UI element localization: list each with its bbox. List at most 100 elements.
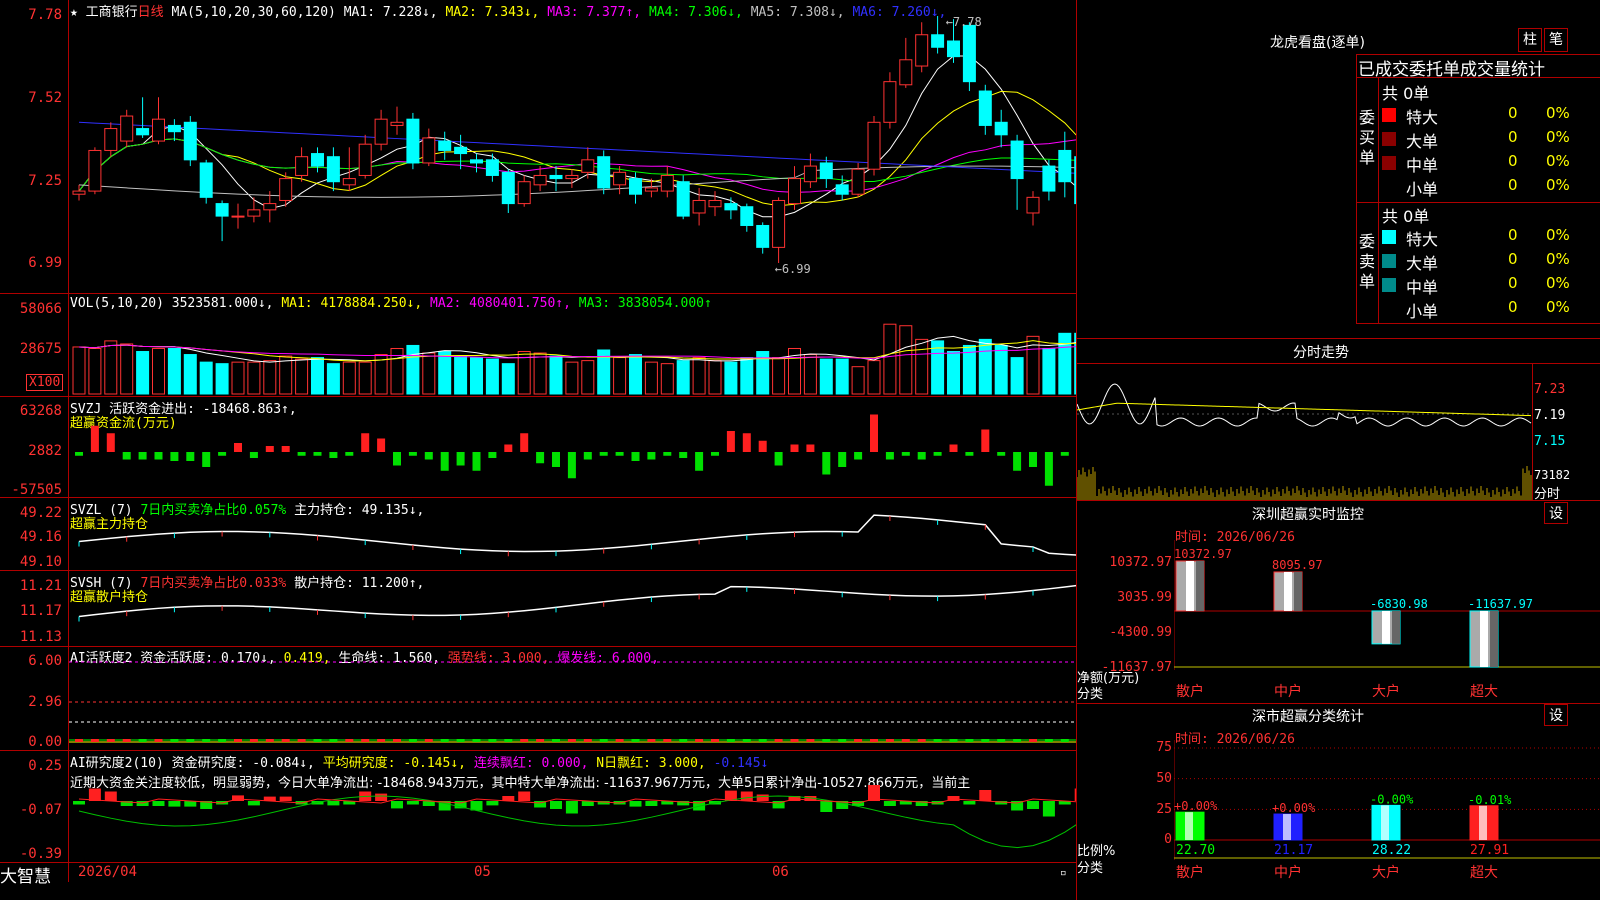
- ai-act-tick: 0.00: [28, 734, 62, 750]
- activity-bar: [917, 739, 926, 742]
- monitor-category: 中户: [1274, 683, 1302, 700]
- activity-bar: [822, 739, 831, 742]
- class-change: -0.01%: [1468, 793, 1512, 807]
- class-value: 22.70: [1176, 843, 1215, 858]
- svzj-bar: [711, 452, 719, 456]
- monitor-bar-label: 10372.97: [1174, 547, 1232, 561]
- activity-bar: [154, 739, 163, 742]
- svsh-chart[interactable]: [69, 571, 1076, 646]
- tick-chart[interactable]: [1077, 364, 1532, 500]
- class-bar-highlight: [1479, 805, 1487, 840]
- sell-row-name: 大单: [1406, 254, 1439, 273]
- activity-bar: [901, 739, 910, 742]
- sz-class-title: 深市超赢分类统计: [1252, 709, 1364, 725]
- volume-bar: [136, 351, 150, 395]
- price-tick: 7.52: [28, 90, 62, 106]
- candle-body: [358, 143, 372, 176]
- class-settings-button[interactable]: 设: [1544, 704, 1568, 726]
- class-category: 超大: [1470, 865, 1498, 881]
- svzj-bar: [742, 433, 751, 452]
- svzl-tick: 49.16: [19, 529, 62, 545]
- activity-bar: [297, 739, 306, 742]
- lock-icon[interactable]: ▫: [1060, 866, 1067, 879]
- svzl-chart[interactable]: [69, 498, 1076, 570]
- svzj-bar: [599, 452, 608, 456]
- sell-color-swatch: [1382, 230, 1396, 244]
- candle-body: [1058, 149, 1072, 183]
- candle-body: [454, 146, 468, 155]
- buy-row-qty: 0: [1508, 104, 1518, 122]
- vol-tick: 58066: [19, 301, 62, 317]
- tick-mode-button[interactable]: 笔: [1544, 28, 1568, 52]
- volume-bar: [247, 361, 261, 395]
- vol-unit-badge: X100: [26, 374, 64, 391]
- svzj-bar: [726, 431, 735, 452]
- activity-bar: [711, 739, 719, 742]
- buy-row-name: 小单: [1406, 180, 1439, 199]
- svzj-tick: 63268: [19, 403, 62, 419]
- monitor-bar-shade: [1392, 610, 1400, 644]
- ai-act-tick: 2.96: [28, 694, 62, 710]
- candle-body: [692, 199, 706, 214]
- monitor-bar-highlight: [1186, 561, 1194, 611]
- monitor-settings-button[interactable]: 设: [1544, 502, 1568, 524]
- research-bar: [629, 801, 642, 807]
- candle-body: [390, 121, 404, 126]
- volume-bar: [899, 325, 913, 395]
- class-category: 大户: [1372, 864, 1400, 881]
- monitor-bar-highlight: [1284, 571, 1292, 611]
- candle-body: [438, 140, 452, 151]
- svzj-bar: [249, 452, 258, 458]
- svzj-bar: [1013, 452, 1022, 471]
- svzj-bar: [170, 452, 179, 461]
- volume-bar: [851, 366, 865, 395]
- svzj-bar: [520, 433, 529, 452]
- activity-bar: [265, 739, 274, 742]
- svzj-bar: [440, 452, 449, 471]
- buy-row-qty: 0: [1508, 128, 1518, 146]
- ai-res-tick: -0.39: [19, 846, 62, 862]
- kline-chart[interactable]: ←7.78 ←6.99: [69, 0, 1076, 293]
- candle-body: [167, 124, 181, 133]
- research-bar: [247, 801, 260, 806]
- activity-bar: [138, 739, 147, 742]
- svzj-bar: [822, 452, 831, 475]
- class-chart[interactable]: +0.00% 22.70 散户 +0.00% 21.17 中户 -0.00% 28.22 大户 -…: [1174, 740, 1600, 900]
- candle-body: [629, 178, 642, 195]
- svzj-bar: [647, 452, 656, 460]
- svzj-bar: [901, 452, 910, 456]
- activity-bar: [504, 739, 513, 742]
- candle-body: [676, 181, 690, 217]
- svzj-tick: 2882: [28, 443, 62, 459]
- svzj-chart[interactable]: [69, 397, 1076, 497]
- candle-body: [1074, 156, 1076, 205]
- candle-body: [613, 171, 627, 186]
- svzj-bar: [393, 452, 401, 466]
- vol-tick: 28675: [19, 341, 62, 357]
- buy-color-swatch: [1382, 180, 1396, 194]
- ai-activity-chart[interactable]: [69, 647, 1076, 750]
- svzj-bar: [758, 440, 767, 452]
- sell-row-qty: 0: [1508, 274, 1518, 292]
- activity-bar: [472, 739, 481, 742]
- volume-chart[interactable]: [69, 294, 1076, 396]
- lhb-header: 已成交委托单成交量统计: [1358, 60, 1545, 80]
- monitor-chart[interactable]: 10372.97 散户 8095.97 中户 -6830.98 大户 -11637.97 超大: [1174, 540, 1600, 700]
- bar-mode-button[interactable]: 柱: [1518, 28, 1542, 52]
- ai-res-tick: -0.07: [19, 802, 62, 818]
- candle-body: [851, 168, 865, 195]
- svzj-bar: [329, 452, 338, 458]
- svzj-bar: [917, 452, 926, 460]
- sell-row-pct: 0%: [1546, 226, 1570, 244]
- activity-bar: [552, 739, 560, 742]
- candle-body: [581, 159, 595, 173]
- activity-bar: [488, 739, 497, 742]
- buy-row-pct: 0%: [1546, 128, 1570, 146]
- candle-body: [120, 115, 134, 142]
- monitor-tick: 10372.97: [1109, 555, 1172, 570]
- candle-body: [374, 118, 388, 145]
- activity-bar: [536, 739, 545, 742]
- price-tick: 7.25: [28, 173, 62, 189]
- ai-research-chart[interactable]: [69, 751, 1076, 862]
- research-bar: [883, 801, 896, 806]
